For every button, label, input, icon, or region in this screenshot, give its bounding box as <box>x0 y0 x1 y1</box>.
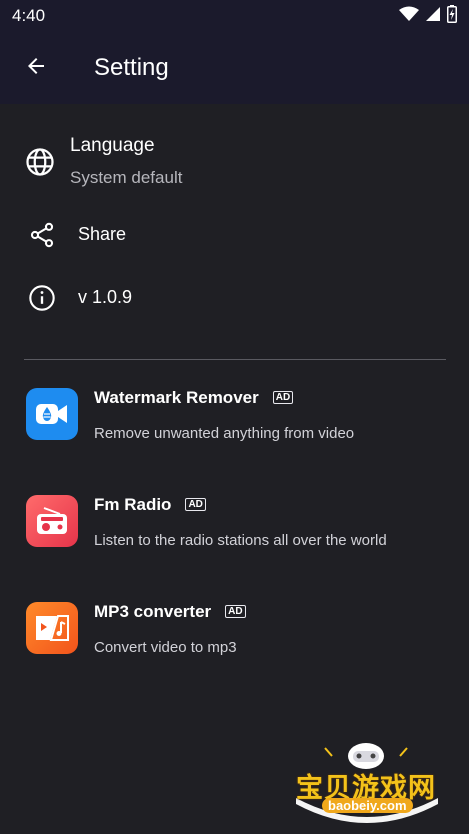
promo-title: Watermark Remover AD <box>94 388 294 408</box>
promo-description: Convert video to mp3 <box>94 639 237 656</box>
arrow-left-icon <box>24 54 48 83</box>
promo-description: Remove unwanted anything from video <box>94 425 355 442</box>
promo-description: Listen to the radio stations all over th… <box>94 532 387 549</box>
promo-title: Fm Radio AD <box>94 495 206 515</box>
app-bar: Setting <box>0 32 469 104</box>
divider <box>24 359 446 360</box>
battery-charging-icon <box>447 4 457 28</box>
promo-title-text: Watermark Remover <box>94 388 259 407</box>
language-value: System default <box>70 168 183 187</box>
watermark-remover-app-icon <box>26 388 78 440</box>
wifi-icon <box>399 6 419 27</box>
setting-share[interactable]: Share <box>0 210 469 260</box>
promo-watermark-remover[interactable]: Watermark Remover AD Remove unwanted anyt… <box>0 388 469 468</box>
promo-title: MP3 converter AD <box>94 602 246 622</box>
info-icon <box>26 282 58 314</box>
promo-title-text: Fm Radio <box>94 495 172 514</box>
setting-language[interactable]: Language System default <box>0 126 469 196</box>
ad-badge: AD <box>272 391 294 404</box>
status-bar: 4:40 <box>0 0 469 32</box>
watermark-url: baobeiy.com <box>322 798 413 813</box>
watermark-logo: 宝贝游戏网 baobeiy.com <box>292 738 442 830</box>
promo-fm-radio[interactable]: Fm Radio AD Listen to the radio stations … <box>0 495 469 575</box>
share-title: Share <box>78 224 127 244</box>
mp3-converter-app-icon <box>26 602 78 654</box>
share-icon <box>26 219 58 251</box>
promo-mp3-converter[interactable]: MP3 converter AD Convert video to mp3 <box>0 602 469 682</box>
promo-title-text: MP3 converter <box>94 602 212 621</box>
back-button[interactable] <box>16 48 56 88</box>
status-time: 4:40 <box>12 6 46 25</box>
language-title: Language <box>70 135 155 156</box>
radio-app-icon <box>26 495 78 547</box>
version-text: v 1.0.9 <box>78 287 133 307</box>
page-title: Setting <box>94 54 169 81</box>
signal-icon <box>425 6 441 27</box>
ad-badge: AD <box>185 498 206 511</box>
setting-version[interactable]: v 1.0.9 <box>0 273 469 323</box>
ad-badge: AD <box>225 605 246 618</box>
status-icons <box>399 4 457 28</box>
globe-icon <box>24 146 56 178</box>
